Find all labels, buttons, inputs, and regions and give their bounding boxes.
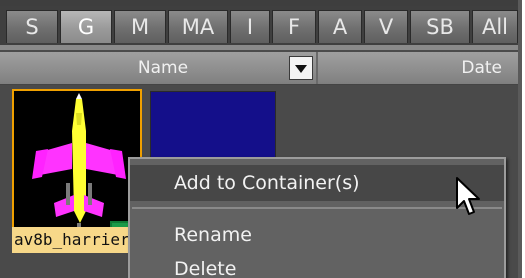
- tab-f[interactable]: F: [272, 10, 316, 43]
- column-header-date[interactable]: Date: [320, 52, 522, 84]
- sort-dropdown-button[interactable]: [289, 56, 313, 80]
- filter-tab-bar: S G M MA I F A V SB All: [0, 6, 522, 45]
- asset-browser-panel: S G M MA I F A V SB All Name Date av8b_h…: [0, 0, 522, 278]
- tab-a[interactable]: A: [318, 10, 362, 43]
- menu-item-rename[interactable]: Rename: [130, 217, 504, 253]
- tab-v[interactable]: V: [364, 10, 408, 43]
- context-menu: Add to Container(s) Rename Delete: [128, 157, 506, 278]
- panel-right-edge: [518, 0, 522, 278]
- tab-m[interactable]: M: [114, 10, 166, 43]
- tab-g[interactable]: G: [60, 10, 112, 43]
- menu-item-delete[interactable]: Delete: [130, 251, 504, 278]
- asset-thumbnail[interactable]: [150, 91, 276, 163]
- mouse-pointer-icon: [456, 177, 480, 215]
- tab-all[interactable]: All: [472, 10, 518, 43]
- asset-label[interactable]: av8b_harrier: [12, 227, 142, 253]
- tab-s[interactable]: S: [6, 10, 58, 43]
- menu-item-add-to-container[interactable]: Add to Container(s): [130, 165, 504, 201]
- tab-underline: [0, 45, 522, 50]
- menu-separator: [132, 207, 502, 209]
- tab-ma[interactable]: MA: [168, 10, 228, 43]
- column-separator[interactable]: [316, 52, 318, 84]
- column-header-row: Name Date: [0, 52, 522, 85]
- tab-i[interactable]: I: [230, 10, 270, 43]
- column-header-name[interactable]: Name: [10, 52, 316, 84]
- tab-sb[interactable]: SB: [410, 10, 470, 43]
